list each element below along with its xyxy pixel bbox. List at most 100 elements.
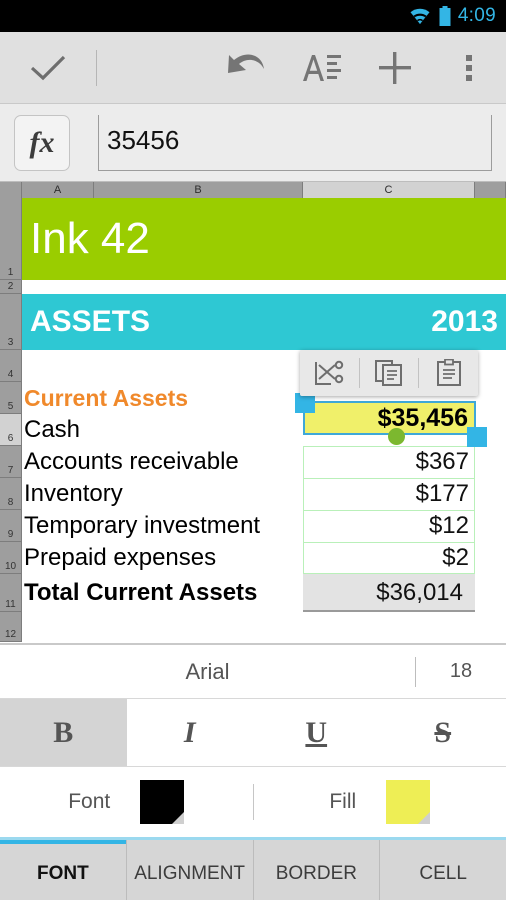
toolbar-divider xyxy=(96,49,97,86)
font-color-swatch[interactable] xyxy=(140,780,185,824)
column-header-a[interactable]: A xyxy=(22,182,94,198)
sheet-row-7[interactable]: Accounts receivable $367 xyxy=(22,446,506,478)
column-headers: A B C xyxy=(0,182,506,198)
row-header-5[interactable]: 5 xyxy=(0,382,22,414)
font-selector-row: Arial 18 xyxy=(0,643,506,699)
row-header-10[interactable]: 10 xyxy=(0,542,22,574)
copy-icon xyxy=(375,360,402,386)
tab-active-indicator xyxy=(0,840,126,844)
tab-alignment-label: ALIGNMENT xyxy=(134,863,246,884)
status-clock: 4:09 xyxy=(457,5,496,26)
item-value-temporary-investment: $12 xyxy=(428,512,469,539)
tab-cell-label: CELL xyxy=(419,863,467,884)
sheet-row-3[interactable]: ASSETS 2013 xyxy=(22,294,506,350)
tab-alignment[interactable]: ALIGNMENT xyxy=(127,840,254,900)
workbook-title: Ink 42 xyxy=(30,214,150,263)
battery-icon xyxy=(439,6,451,26)
sheet-row-9[interactable]: Temporary investment $12 xyxy=(22,510,506,542)
item-label-prepaid-expenses: Prepaid expenses xyxy=(24,544,217,571)
fill-color-label: Fill xyxy=(329,790,357,813)
italic-button[interactable]: I xyxy=(127,699,254,766)
title-band[interactable]: Ink 42 xyxy=(22,198,506,280)
text-style-row: B I U S xyxy=(0,699,506,767)
plus-icon xyxy=(379,51,411,84)
cut-icon xyxy=(315,360,344,385)
row-header-8[interactable]: 8 xyxy=(0,478,22,510)
tab-font-label: FONT xyxy=(37,863,89,884)
item-value-accounts-receivable: $367 xyxy=(415,448,469,475)
strikethrough-button[interactable]: S xyxy=(380,699,506,766)
formula-input[interactable]: 35456 xyxy=(98,114,492,171)
item-label-cash: Cash xyxy=(24,416,81,443)
column-header-c[interactable]: C xyxy=(303,182,475,198)
tab-font[interactable]: FONT xyxy=(0,840,127,900)
row-header-12[interactable]: 12 xyxy=(0,612,22,642)
row-header-2[interactable]: 2 xyxy=(0,280,22,294)
spreadsheet-app: 4:09 fx 35456 A B C 1 2 3 4 5 6 7 8 9 10… xyxy=(0,0,506,900)
bold-button[interactable]: B xyxy=(0,699,127,766)
check-icon xyxy=(30,55,66,80)
sheet-row-10[interactable]: Prepaid expenses $2 xyxy=(22,542,506,574)
item-value-inventory: $177 xyxy=(415,480,469,507)
status-bar: 4:09 xyxy=(0,0,506,32)
underline-button[interactable]: U xyxy=(253,699,380,766)
paste-icon xyxy=(436,359,461,386)
section-title: ASSETS xyxy=(30,305,151,338)
text-format-icon xyxy=(303,54,341,81)
sheet-row-2[interactable] xyxy=(22,280,506,294)
total-value: $36,014 xyxy=(376,579,463,606)
row-header-4[interactable]: 4 xyxy=(0,350,22,382)
clipboard-popup xyxy=(300,350,478,396)
tab-cell[interactable]: CELL xyxy=(380,840,506,900)
row-header-11[interactable]: 11 xyxy=(0,574,22,612)
sheet-row-12[interactable] xyxy=(22,612,506,642)
formula-bar: fx 35456 xyxy=(0,104,506,182)
font-color-group[interactable]: Font xyxy=(0,780,253,824)
select-all-corner[interactable] xyxy=(0,182,22,198)
row-headers: 1 2 3 4 5 6 7 8 9 10 11 12 xyxy=(0,198,22,642)
copy-button[interactable] xyxy=(360,350,419,396)
tab-border[interactable]: BORDER xyxy=(254,840,381,900)
text-format-button[interactable] xyxy=(284,32,358,104)
undo-icon xyxy=(228,53,264,73)
row-header-7[interactable]: 7 xyxy=(0,446,22,478)
row-header-3[interactable]: 3 xyxy=(0,294,22,350)
font-size-select[interactable]: 18 xyxy=(416,660,506,683)
font-name-select[interactable]: Arial xyxy=(0,659,415,685)
tab-border-label: BORDER xyxy=(275,863,358,884)
item-label-temporary-investment: Temporary investment xyxy=(24,512,261,539)
cut-button[interactable] xyxy=(300,350,359,396)
fill-handle[interactable] xyxy=(388,428,405,445)
overflow-menu-button[interactable] xyxy=(432,32,506,104)
section-band[interactable]: ASSETS 2013 xyxy=(22,294,506,350)
fx-button[interactable]: fx xyxy=(14,114,70,171)
sheet-row-11[interactable]: Total Current Assets $36,014 xyxy=(22,574,506,612)
section-year: 2013 xyxy=(431,305,498,338)
color-row: Font Fill xyxy=(0,767,506,837)
action-bar xyxy=(0,32,506,104)
item-label-inventory: Inventory xyxy=(24,480,123,507)
fill-color-swatch[interactable] xyxy=(386,780,431,824)
fill-color-group[interactable]: Fill xyxy=(254,780,506,824)
add-button[interactable] xyxy=(358,32,432,104)
wifi-icon xyxy=(410,8,430,24)
bottom-tab-bar: FONT ALIGNMENT BORDER CELL xyxy=(0,840,506,900)
current-assets-heading: Current Assets xyxy=(24,384,189,411)
selection-handle-start[interactable] xyxy=(295,393,315,413)
paste-button[interactable] xyxy=(419,350,478,396)
sheet-row-1[interactable]: Ink 42 xyxy=(22,198,506,280)
column-header-b[interactable]: B xyxy=(94,182,303,198)
row-header-1[interactable]: 1 xyxy=(0,198,22,280)
total-label: Total Current Assets xyxy=(24,579,258,606)
swatch-fold-icon xyxy=(172,812,185,824)
row-header-9[interactable]: 9 xyxy=(0,510,22,542)
sheet-row-8[interactable]: Inventory $177 xyxy=(22,478,506,510)
column-header-d[interactable] xyxy=(475,182,506,198)
item-value-prepaid-expenses: $2 xyxy=(442,544,469,571)
row-header-6[interactable]: 6 xyxy=(0,414,22,446)
spreadsheet-grid[interactable]: 1 2 3 4 5 6 7 8 9 10 11 12 Ink 42 ASSETS… xyxy=(0,198,506,643)
font-color-label: Font xyxy=(68,790,111,813)
selection-handle-end[interactable] xyxy=(467,427,487,447)
done-button[interactable] xyxy=(0,53,96,83)
undo-button[interactable] xyxy=(210,32,284,104)
